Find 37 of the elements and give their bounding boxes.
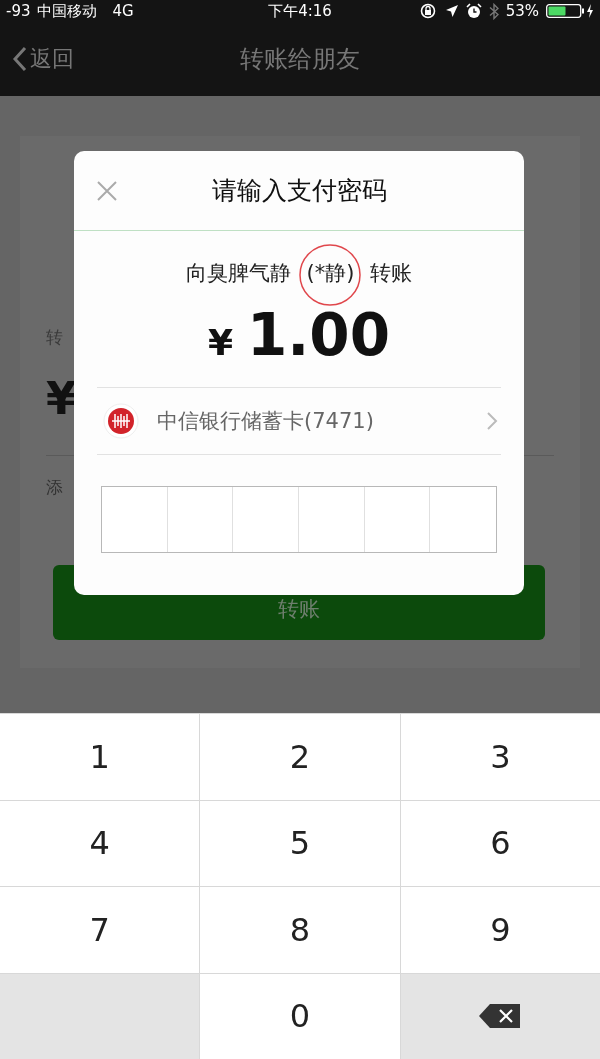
backspace-icon xyxy=(478,1003,523,1030)
keypad-key[interactable]: 5 xyxy=(200,800,400,886)
keypad-key[interactable]: 4 xyxy=(0,800,200,886)
back-chevron-icon xyxy=(12,46,28,72)
battery-charging-icon xyxy=(546,3,594,19)
keypad-key[interactable]: 2 xyxy=(200,714,400,800)
currency-symbol: ¥ xyxy=(207,322,233,363)
carrier-name: 中国移动 xyxy=(36,1,97,21)
keypad-key[interactable]: 1 xyxy=(0,714,200,800)
location-icon xyxy=(444,4,459,18)
amount-value: 1.00 xyxy=(246,301,391,369)
backspace-key[interactable] xyxy=(400,973,600,1059)
alarm-icon xyxy=(465,3,482,19)
dialog-title: 请输入支付密码 xyxy=(211,175,387,207)
back-button[interactable]: 返回 xyxy=(12,44,74,74)
action-label: 转账 xyxy=(370,260,413,287)
password-field[interactable] xyxy=(101,486,497,553)
battery-percent: 53% xyxy=(505,2,539,20)
keypad-key[interactable]: 7 xyxy=(0,887,200,973)
currency-symbol: ¥ xyxy=(46,377,77,421)
clock: 下午4:16 xyxy=(268,1,332,20)
payment-card-row[interactable]: 中信银行储蓄卡(7471) xyxy=(97,387,501,455)
bank-logo-icon xyxy=(103,403,139,439)
page-title: 转账给朋友 xyxy=(240,45,360,73)
keypad-key[interactable]: 6 xyxy=(400,800,600,886)
keypad-key[interactable]: 9 xyxy=(400,887,600,973)
chevron-right-icon xyxy=(485,411,499,431)
payee-name: 向臭脾气静 xyxy=(185,260,291,287)
network-type: 4G xyxy=(112,2,134,20)
keypad-key[interactable]: 3 xyxy=(400,714,600,800)
signal-strength: -93 xyxy=(6,2,31,20)
bluetooth-icon xyxy=(488,2,499,20)
keypad-key[interactable]: 0 xyxy=(200,973,400,1059)
rotation-lock-icon xyxy=(419,3,438,19)
close-icon[interactable] xyxy=(96,180,118,202)
keypad-key[interactable]: 8 xyxy=(200,887,400,973)
payee-account: (*静) xyxy=(306,261,355,285)
